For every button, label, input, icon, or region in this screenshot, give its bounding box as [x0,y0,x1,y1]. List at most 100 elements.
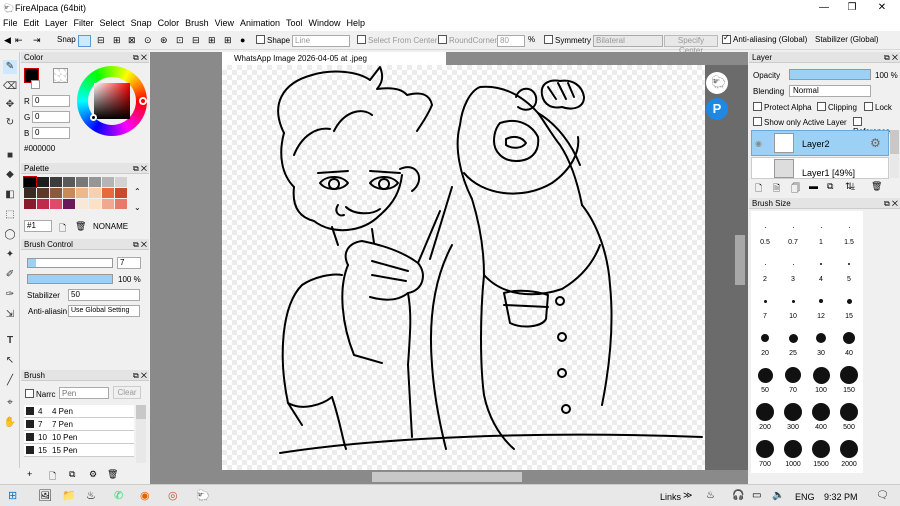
lock-checkbox[interactable]: Lock [864,102,892,112]
menu-animation[interactable]: Animation [237,16,283,28]
brush-list-item[interactable]: 7 7 Pen [24,418,134,431]
brush-size-option[interactable]: 400 [807,398,835,435]
menu-edit[interactable]: Edit [21,16,43,28]
brush-list-scrollbar[interactable] [136,405,146,463]
palette-swatch[interactable] [63,199,75,209]
brush-list-item[interactable]: 4 4 Pen [24,405,134,418]
brush-size-option[interactable]: 0.7 [779,213,807,250]
shape-select[interactable]: Line [292,35,350,47]
brush-size-option[interactable]: 300 [779,398,807,435]
headset-icon[interactable]: 🎧 [732,490,744,501]
narrow-checkbox[interactable]: Narrc [25,389,56,399]
panel-close-icon[interactable]: ⧉ ✕ [133,239,147,250]
panel-close-icon[interactable]: ⧉ ✕ [133,52,147,63]
brush-tool-icon[interactable]: ✎ [3,60,17,74]
select-from-center-checkbox[interactable]: Select From Center [357,35,437,45]
round-corner-checkbox[interactable]: RoundCorner [438,35,497,45]
brush-size-option[interactable]: 4 [807,250,835,287]
brush-size-option[interactable]: 5 [835,250,863,287]
new-brush-icon[interactable]: 🗋 [49,469,56,485]
protect-alpha-checkbox[interactable]: Protect Alpha [753,102,812,112]
brush-size-option[interactable]: 100 [807,361,835,398]
clipping-checkbox[interactable]: Clipping [817,102,857,112]
new-folder-icon[interactable]: ▬ [809,181,818,191]
snap-grid2-icon[interactable]: ⊞ [224,35,232,46]
menu-tool[interactable]: Tool [283,16,306,28]
maximize-button[interactable]: ❐ [838,0,866,16]
snap-diagonal-icon[interactable]: ⊠ [128,35,136,46]
selection-pen-icon[interactable]: ✐ [3,268,17,282]
palette-swatch[interactable] [50,188,62,198]
battery-icon[interactable]: ▭ [752,490,761,501]
panel-close-icon[interactable]: ⧉ ✕ [884,52,898,63]
snap-point-icon[interactable]: ● [240,35,245,45]
snap-perspective-icon[interactable]: ⊟ [192,35,200,46]
antialias-select[interactable]: Use Global Setting [68,305,140,317]
brush-size-option[interactable]: 1 [807,213,835,250]
brush-list-item[interactable]: 10 10 Pen [24,431,134,444]
brush-opacity-slider[interactable] [27,274,113,284]
color-wheel[interactable] [77,66,147,136]
panel-close-icon[interactable]: ⧉ ✕ [884,198,898,209]
palette-swatch[interactable] [24,188,36,198]
layer-list-scrollbar[interactable] [890,130,899,178]
palette-swatch[interactable] [102,188,114,198]
layer-opacity-slider[interactable] [789,69,871,80]
move-tool-icon[interactable]: ✥ [3,98,17,112]
brush-search-clear-button[interactable]: Clear [113,386,141,399]
palette-swatch[interactable] [76,188,88,198]
new-palette-icon[interactable]: 🗋 [59,221,66,237]
delete-layer-icon[interactable]: 🗑 [871,181,882,192]
palette-scroll-down-icon[interactable]: ⌄ [134,203,141,212]
close-button[interactable]: ✕ [868,0,896,16]
palette-swatch[interactable] [63,177,75,187]
firealpaca-taskbar-icon[interactable]: 🐑 [196,489,210,502]
palette-swatch[interactable] [50,177,62,187]
brush-size-option[interactable]: 1.5 [835,213,863,250]
menu-filter[interactable]: Filter [71,16,97,28]
panel-close-icon[interactable]: ⧉ ✕ [133,163,147,174]
brush-size-option[interactable]: 30 [807,324,835,361]
specify-center-button[interactable]: Specify Center [664,35,718,55]
pointer-tool-icon[interactable]: ↖ [3,354,17,368]
brush-size-slider[interactable] [27,258,113,268]
notifications-icon[interactable]: 🗨 [876,490,889,501]
brush-size-option[interactable]: 10 [779,287,807,324]
menu-color[interactable]: Color [155,16,183,28]
stabilizer-select[interactable]: 50 [68,289,140,301]
brush-settings-icon[interactable]: ⚙ [89,469,97,480]
snap-3d-icon[interactable]: ⊞ [208,35,216,46]
alpaca-icon[interactable]: 🐑 [706,72,728,94]
show-only-active-checkbox[interactable]: Show only Active Layer [753,117,847,127]
stabilizer-global-label[interactable]: Stabilizer (Global) [815,35,879,44]
palette-swatch[interactable] [63,188,75,198]
collapse-left-icon[interactable]: ◀ [4,35,11,46]
whatsapp-icon[interactable]: ✆ [114,489,123,502]
menu-help[interactable]: Help [344,16,369,28]
brush-size-option[interactable]: 0.5 [751,213,779,250]
menu-brush[interactable]: Brush [182,16,212,28]
text-tool-icon[interactable]: T [3,334,17,348]
add-brush-icon[interactable]: + [27,469,32,479]
merge-down-icon[interactable]: ⤓ [851,181,855,192]
back-icon[interactable]: ⇤ [15,35,23,46]
r-input[interactable]: 0 [32,95,70,107]
gradation-tool-icon[interactable]: ◧ [3,188,17,202]
palette-swatch[interactable] [50,199,62,209]
brush-size-option[interactable]: 150 [835,361,863,398]
palette-swatch[interactable] [23,176,37,188]
brush-size-option[interactable]: 70 [779,361,807,398]
snap-circle-icon[interactable]: ⊙ [144,35,152,46]
forward-icon[interactable]: ⇥ [33,35,41,46]
volume-icon[interactable]: 🔈 [772,490,784,501]
new-layer-icon[interactable]: 🗋 [755,181,762,197]
shape-checkbox[interactable]: Shape [256,35,290,45]
new-8bit-layer-icon[interactable]: 🗎 [773,181,780,197]
color-square[interactable] [94,83,130,119]
palette-swatch[interactable] [115,188,127,198]
brush-size-option[interactable]: 20 [751,324,779,361]
palette-swatch[interactable] [76,199,88,209]
snap-curve-icon[interactable]: ⊡ [176,35,184,46]
delete-brush-icon[interactable]: 🗑 [107,469,118,480]
delete-palette-icon[interactable]: 🗑 [75,221,86,232]
